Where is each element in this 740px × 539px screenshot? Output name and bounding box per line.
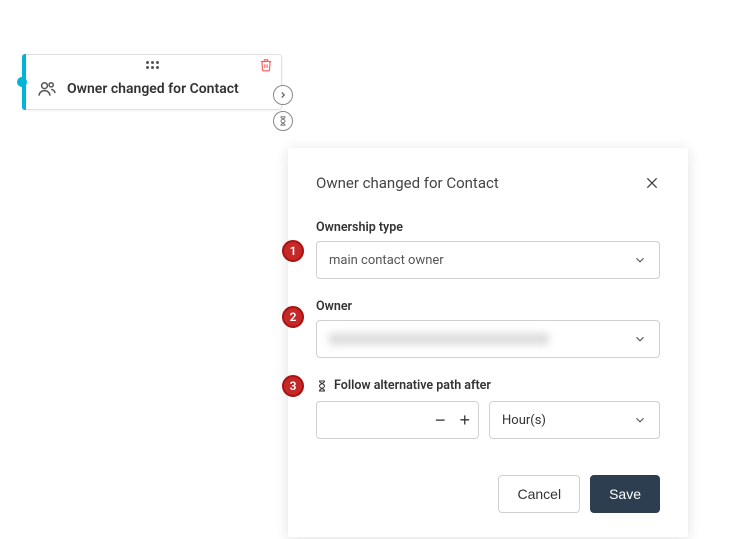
node-body: Owner changed for Contact — [23, 75, 281, 109]
duration-row: − + Hour(s) — [316, 401, 660, 439]
node-output-port[interactable] — [273, 85, 293, 105]
node-title: Owner changed for Contact — [67, 81, 239, 97]
ownership-type-label: Ownership type — [316, 220, 660, 235]
stepper-increment[interactable]: + — [459, 411, 470, 429]
panel-header: Owner changed for Contact — [316, 174, 660, 192]
follow-alt-row: Follow alternative path after — [316, 378, 660, 393]
close-icon[interactable] — [644, 175, 660, 191]
config-panel: Owner changed for Contact Ownership type… — [288, 148, 688, 537]
owner-value-redacted — [329, 333, 549, 345]
duration-unit-select[interactable]: Hour(s) — [489, 401, 660, 439]
owner-label: Owner — [316, 299, 660, 314]
cancel-button[interactable]: Cancel — [498, 475, 580, 513]
trash-icon[interactable] — [259, 58, 273, 72]
node-input-port[interactable] — [17, 77, 27, 87]
workflow-node[interactable]: Owner changed for Contact — [22, 54, 282, 110]
drag-handle-icon[interactable] — [146, 61, 159, 69]
callout-2: 2 — [282, 306, 304, 328]
node-drag-header[interactable] — [23, 55, 281, 75]
callout-3: 3 — [282, 375, 304, 397]
ownership-type-select[interactable]: main contact owner — [316, 241, 660, 279]
duration-stepper[interactable]: − + — [316, 401, 479, 439]
people-icon — [37, 79, 57, 99]
panel-title: Owner changed for Contact — [316, 174, 499, 192]
ownership-type-value: main contact owner — [329, 253, 444, 268]
panel-footer: Cancel Save — [316, 475, 660, 513]
follow-alt-label: Follow alternative path after — [334, 378, 491, 393]
node-output-ports — [273, 85, 293, 131]
hourglass-icon — [316, 380, 328, 392]
stepper-decrement[interactable]: − — [435, 411, 446, 429]
node-timer-port[interactable] — [273, 111, 293, 131]
duration-unit-value: Hour(s) — [502, 413, 546, 428]
save-button[interactable]: Save — [590, 475, 660, 513]
callout-1: 1 — [282, 240, 304, 262]
owner-select[interactable] — [316, 320, 660, 358]
